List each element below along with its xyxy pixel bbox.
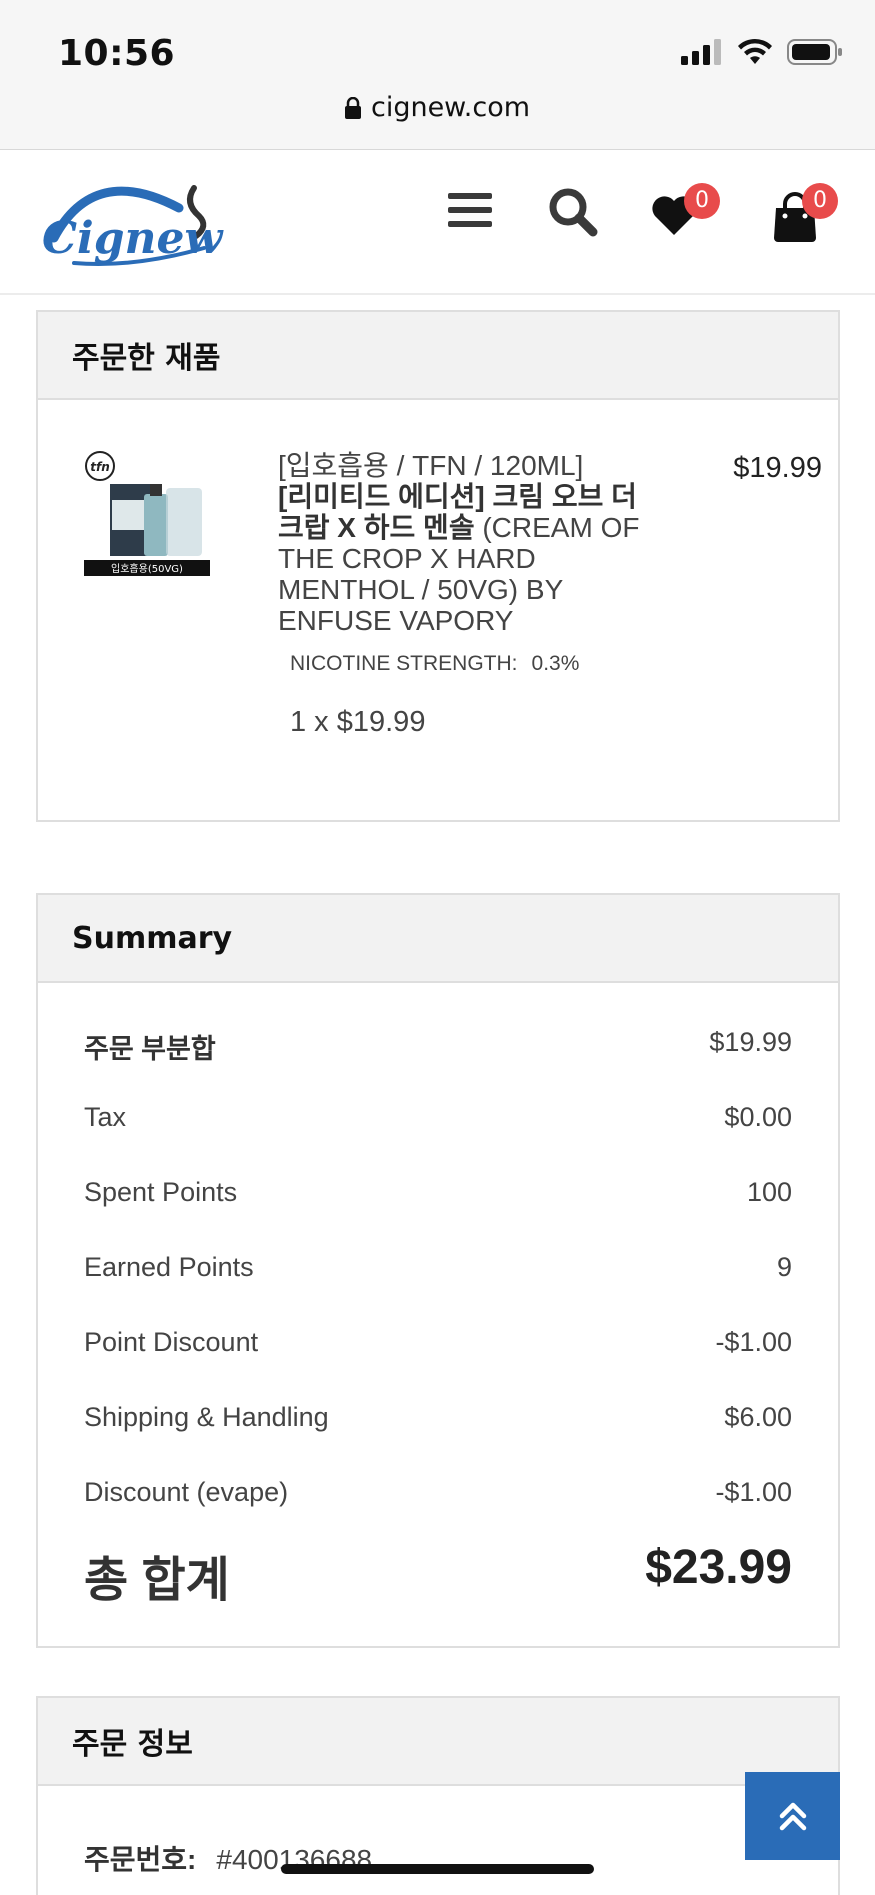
product-name[interactable]: [입호흡용 / TFN / 120ML] [리미티드 에디션] 크림 오브 더 … <box>278 450 658 636</box>
site-header: Cignew 0 0 <box>0 150 875 295</box>
nicotine-value: 0.3% <box>531 652 580 675</box>
svg-text:tfn: tfn <box>90 460 110 474</box>
cart-count-badge: 0 <box>802 183 838 219</box>
status-time: 10:56 <box>58 33 176 74</box>
product-image[interactable]: tfn 입호흡용(50VG) <box>84 450 210 576</box>
summary-value: -$1.00 <box>715 1477 792 1507</box>
svg-text:Cignew: Cignew <box>42 213 224 264</box>
address-bar[interactable]: cignew.com <box>0 92 875 123</box>
summary-value: $6.00 <box>724 1402 792 1432</box>
grand-total-value: $23.99 <box>645 1541 792 1594</box>
panel-title: Summary <box>38 895 838 983</box>
summary-label: 주문 부분합 <box>84 1034 216 1064</box>
summary-row-tax: Tax $0.00 <box>84 1102 792 1133</box>
summary-label: Spent Points <box>84 1177 238 1207</box>
grand-total-label: 총 합계 <box>84 1554 230 1607</box>
panel-title: 주문 정보 <box>38 1698 838 1786</box>
cellular-signal-icon <box>681 39 721 65</box>
battery-icon <box>787 39 842 65</box>
wifi-icon <box>738 38 772 64</box>
lock-icon <box>344 97 361 119</box>
summary-row-spent-points: Spent Points 100 <box>84 1177 792 1208</box>
summary-value: 100 <box>746 1177 792 1207</box>
summary-panel: Summary 주문 부분합 $19.99 Tax $0.00 Spent Po… <box>36 893 840 1648</box>
summary-row-subtotal: 주문 부분합 $19.99 <box>84 1027 792 1066</box>
system-icons <box>681 38 843 66</box>
summary-label: Shipping & Handling <box>84 1402 329 1432</box>
svg-text:입호흡용(50VG): 입호흡용(50VG) <box>111 562 183 575</box>
product-price: $19.99 <box>733 452 822 484</box>
summary-value: 9 <box>776 1252 792 1282</box>
summary-label: Earned Points <box>84 1252 254 1282</box>
product-row: tfn 입호흡용(50VG) [입호흡용 / TFN / 120ML] [리미티… <box>38 400 838 820</box>
summary-label: Point Discount <box>84 1327 259 1357</box>
summary-value: $19.99 <box>709 1027 792 1057</box>
double-chevron-up-icon <box>779 1802 806 1831</box>
url-text: cignew.com <box>370 92 531 123</box>
ordered-products-panel: 주문한 재품 tfn 입호흡용(50VG) [입호흡용 / TFN / 120M… <box>36 310 840 822</box>
summary-row-shipping: Shipping & Handling $6.00 <box>84 1402 792 1433</box>
summary-row-point-discount: Point Discount -$1.00 <box>84 1327 792 1358</box>
summary-value: -$1.00 <box>715 1327 792 1357</box>
summary-row-grand-total: 총 합계 $23.99 <box>84 1540 792 1610</box>
status-bar: 10:56 cignew.com <box>0 0 875 150</box>
nicotine-strength: NICOTINE STRENGTH: 0.3% <box>290 652 579 676</box>
site-logo[interactable]: Cignew <box>34 168 224 278</box>
panel-title: 주문한 재품 <box>38 312 838 400</box>
product-name-prefix: [입호흡용 / TFN / 120ML] <box>278 450 584 481</box>
summary-label: Discount (evape) <box>84 1477 289 1507</box>
nicotine-label: NICOTINE STRENGTH: <box>290 652 518 675</box>
summary-row-earned-points: Earned Points 9 <box>84 1252 792 1283</box>
summary-row-discount-code: Discount (evape) -$1.00 <box>84 1477 792 1508</box>
scroll-to-top-button[interactable] <box>745 1772 840 1860</box>
search-icon[interactable] <box>548 187 598 237</box>
summary-label: Tax <box>84 1102 127 1132</box>
summary-value: $0.00 <box>724 1102 792 1132</box>
order-number-label: 주문번호: <box>84 1844 197 1875</box>
home-indicator[interactable] <box>281 1864 594 1874</box>
quantity-price: 1 x $19.99 <box>290 706 426 738</box>
wishlist-count-badge: 0 <box>684 183 720 219</box>
hamburger-menu-icon[interactable] <box>448 190 492 230</box>
